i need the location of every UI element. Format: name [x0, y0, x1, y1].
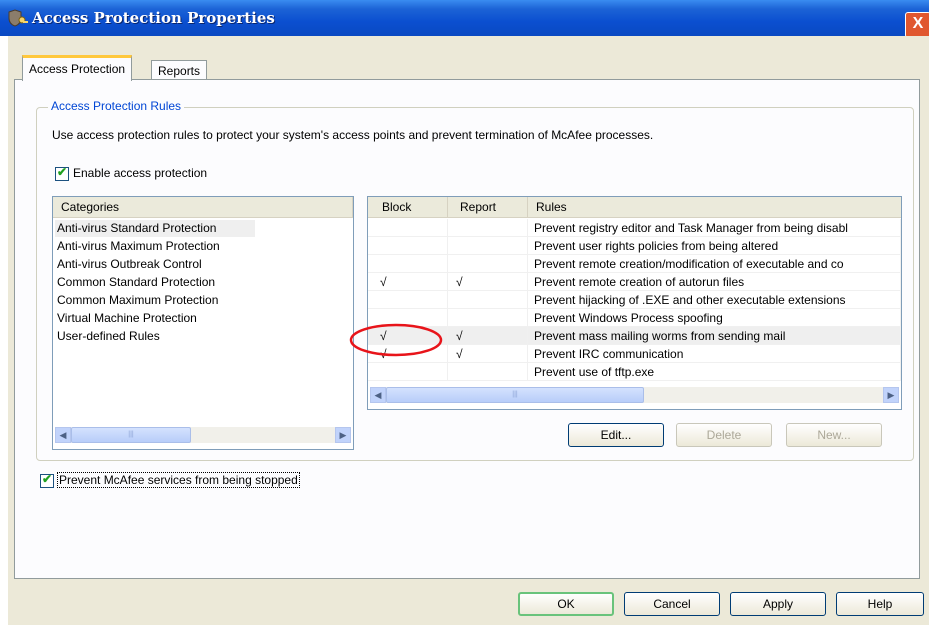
scroll-right-icon[interactable]: ▶	[883, 387, 899, 403]
prevent-services-label: Prevent McAfee services from being stopp…	[57, 472, 300, 488]
rule-row-selected[interactable]: √ √ Prevent mass mailing worms from send…	[368, 327, 901, 345]
block-cell	[368, 255, 448, 273]
close-icon[interactable]: X	[905, 12, 929, 38]
tab-access-protection[interactable]: Access Protection	[22, 55, 133, 81]
rule-cell: Prevent IRC communication	[528, 345, 901, 363]
annotation-ellipse	[349, 323, 443, 357]
category-item[interactable]: Anti-virus Maximum Protection	[57, 237, 220, 255]
block-cell	[368, 363, 448, 381]
report-cell: √	[448, 345, 528, 363]
report-cell: √	[448, 273, 528, 291]
categories-list[interactable]: Categories Anti-virus Standard Protectio…	[52, 196, 354, 450]
shield-key-icon	[6, 8, 28, 28]
block-cell	[368, 291, 448, 309]
report-cell: √	[448, 327, 528, 345]
rule-row[interactable]: √ √ Prevent remote creation of autorun f…	[368, 273, 901, 291]
report-cell	[448, 237, 528, 255]
category-item[interactable]: Common Standard Protection	[57, 273, 215, 291]
new-button[interactable]: New...	[786, 423, 882, 447]
block-cell	[368, 219, 448, 237]
rule-row[interactable]: Prevent hijacking of .EXE and other exec…	[368, 291, 901, 309]
block-cell: √	[368, 273, 448, 291]
scroll-thumb[interactable]: |||	[71, 427, 191, 443]
report-cell	[448, 219, 528, 237]
scroll-left-icon[interactable]: ◀	[55, 427, 71, 443]
enable-access-protection-checkbox[interactable]: ✔	[55, 165, 69, 181]
cancel-button[interactable]: Cancel	[624, 592, 720, 616]
category-item[interactable]: Anti-virus Standard Protection	[57, 219, 216, 237]
tab-reports[interactable]: Reports	[151, 60, 208, 80]
group-description: Use access protection rules to protect y…	[52, 128, 654, 142]
report-cell	[448, 309, 528, 327]
enable-access-protection-label: Enable access protection	[73, 166, 208, 180]
report-cell	[448, 291, 528, 309]
scroll-thumb[interactable]: |||	[386, 387, 644, 403]
group-legend: Access Protection Rules	[48, 99, 185, 113]
ok-button[interactable]: OK	[518, 592, 614, 616]
report-cell	[448, 255, 528, 273]
category-item[interactable]: Anti-virus Outbreak Control	[57, 255, 202, 273]
scroll-right-icon[interactable]: ▶	[335, 427, 351, 443]
rule-row[interactable]: Prevent Windows Process spoofing	[368, 309, 901, 327]
rules-list[interactable]: Block Report Rules Prevent registry edit…	[367, 196, 902, 410]
rule-cell: Prevent user rights policies from being …	[528, 237, 901, 255]
rule-cell: Prevent registry editor and Task Manager…	[528, 219, 901, 237]
categories-hscrollbar[interactable]: ◀ ||| ▶	[55, 427, 351, 443]
prevent-services-checkbox[interactable]: ✔	[40, 472, 54, 488]
block-column-header[interactable]: Block	[368, 197, 448, 217]
categories-header[interactable]: Categories	[53, 197, 353, 217]
rules-column-header[interactable]: Rules	[528, 197, 901, 217]
report-column-header[interactable]: Report	[448, 197, 528, 217]
scroll-left-icon[interactable]: ◀	[370, 387, 386, 403]
rule-cell: Prevent remote creation of autorun files	[528, 273, 901, 291]
rule-row[interactable]: Prevent user rights policies from being …	[368, 237, 901, 255]
category-item[interactable]: Common Maximum Protection	[57, 291, 218, 309]
rule-cell: Prevent Windows Process spoofing	[528, 309, 901, 327]
rule-row[interactable]: √ √ Prevent IRC communication	[368, 345, 901, 363]
category-item[interactable]: Virtual Machine Protection	[57, 309, 197, 327]
category-item[interactable]: User-defined Rules	[57, 327, 160, 345]
window-title: Access Protection Properties	[32, 9, 275, 27]
rule-cell: Prevent remote creation/modification of …	[528, 255, 901, 273]
help-button[interactable]: Help	[836, 592, 924, 616]
rules-hscrollbar[interactable]: ◀ ||| ▶	[370, 387, 899, 403]
block-cell	[368, 237, 448, 255]
rule-row[interactable]: Prevent remote creation/modification of …	[368, 255, 901, 273]
rule-cell: Prevent mass mailing worms from sending …	[528, 327, 901, 345]
rule-cell: Prevent hijacking of .EXE and other exec…	[528, 291, 901, 309]
report-cell	[448, 363, 528, 381]
rule-row[interactable]: Prevent registry editor and Task Manager…	[368, 219, 901, 237]
edit-button[interactable]: Edit...	[568, 423, 664, 447]
delete-button[interactable]: Delete	[676, 423, 772, 447]
rule-row[interactable]: Prevent use of tftp.exe	[368, 363, 901, 381]
rule-cell: Prevent use of tftp.exe	[528, 363, 901, 381]
apply-button[interactable]: Apply	[730, 592, 826, 616]
